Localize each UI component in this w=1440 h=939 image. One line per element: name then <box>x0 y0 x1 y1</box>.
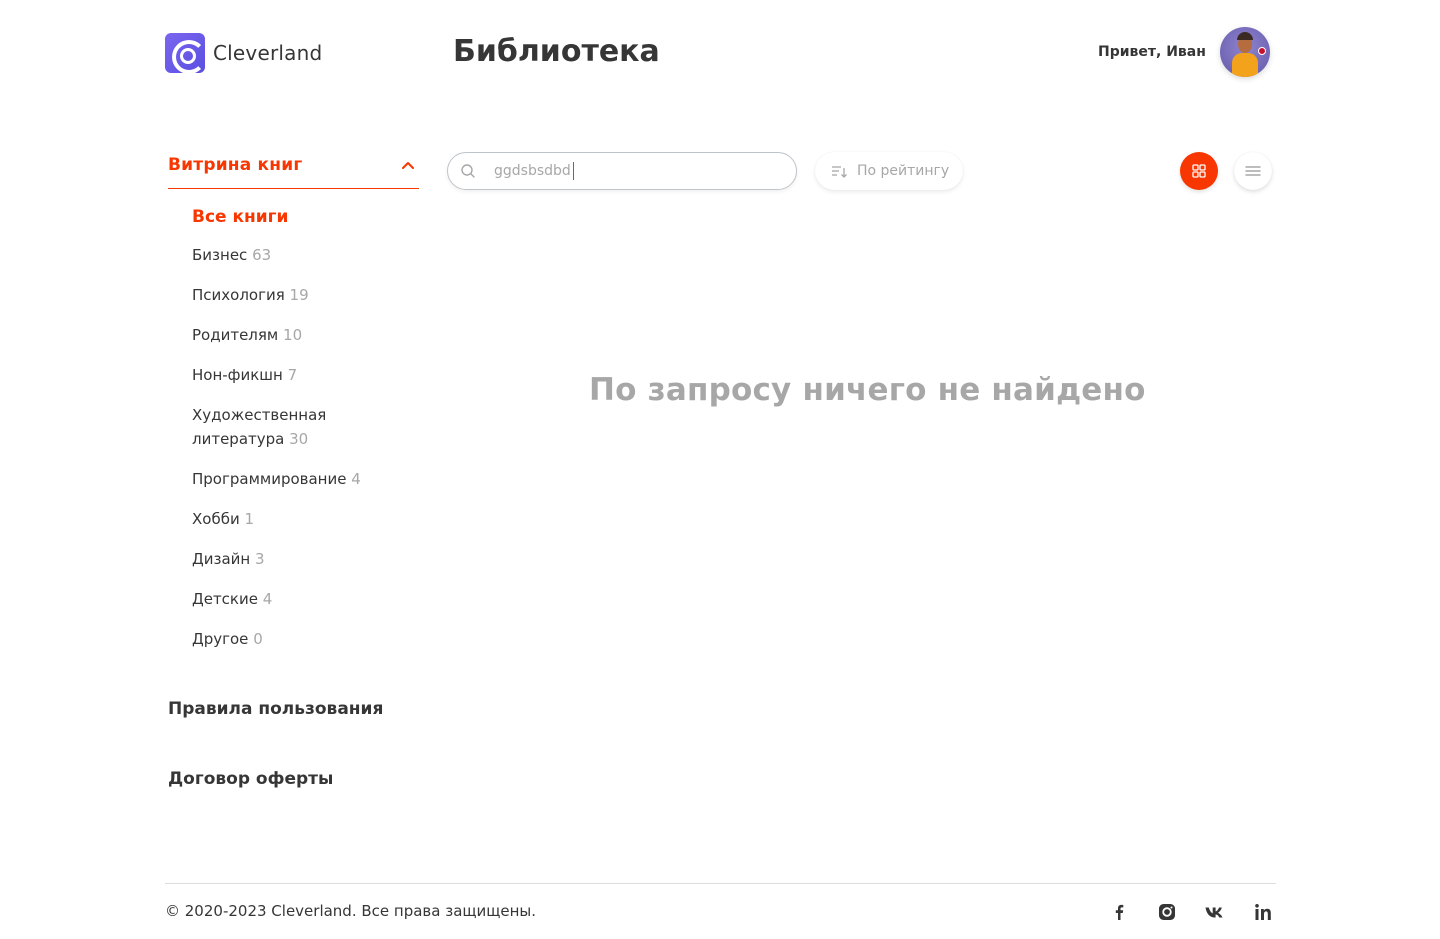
sidebar-section-title: Витрина книг <box>168 155 303 175</box>
category-item-all[interactable]: Все книги <box>192 205 412 229</box>
sidebar-link-rules[interactable]: Правила пользования <box>168 699 383 719</box>
category-item-psychology[interactable]: Психология 19 <box>192 283 412 307</box>
category-label: Программирование <box>192 470 347 488</box>
category-list: Все книги Бизнес 63 Психология 19 Родите… <box>192 205 412 667</box>
grid-view-button[interactable] <box>1180 152 1218 190</box>
sort-label: По рейтингу <box>857 163 950 179</box>
category-count: 63 <box>252 246 272 264</box>
category-count: 7 <box>287 366 298 384</box>
category-item-hobby[interactable]: Хобби 1 <box>192 507 412 531</box>
category-item-design[interactable]: Дизайн 3 <box>192 547 412 571</box>
user-greeting: Привет, Иван <box>1098 44 1206 60</box>
chevron-up-icon <box>402 162 414 169</box>
category-label: Бизнес <box>192 246 248 264</box>
sort-icon <box>832 166 847 178</box>
category-item-business[interactable]: Бизнес 63 <box>192 243 412 267</box>
search-icon <box>461 164 475 178</box>
avatar-body <box>1232 53 1258 77</box>
grid-icon <box>1192 164 1206 178</box>
category-label: Другое <box>192 630 249 648</box>
empty-state-message: По запросу ничего не найдено <box>589 372 1146 408</box>
category-label: Детские <box>192 590 258 608</box>
copyright-text: © 2020-2023 Cleverland. Все права защище… <box>165 902 537 920</box>
category-count: 3 <box>254 550 265 568</box>
category-item-other[interactable]: Другое 0 <box>192 627 412 651</box>
flag-icon <box>1258 47 1266 55</box>
category-label: Психология <box>192 286 285 304</box>
category-label: Нон-фикшн <box>192 366 283 384</box>
logo-text: Cleverland <box>213 41 323 65</box>
category-count: 10 <box>283 326 303 344</box>
category-count: 30 <box>289 430 309 448</box>
search-input[interactable] <box>494 163 774 179</box>
social-links <box>1108 901 1274 923</box>
footer-divider <box>165 883 1276 884</box>
list-view-button[interactable] <box>1234 152 1272 190</box>
category-item-nonfiction[interactable]: Нон-фикшн 7 <box>192 363 412 387</box>
category-count: 0 <box>253 630 263 648</box>
avatar-hair <box>1237 32 1253 40</box>
list-icon <box>1245 166 1261 176</box>
category-count: 4 <box>262 590 273 608</box>
linkedin-icon[interactable] <box>1252 901 1274 923</box>
facebook-icon[interactable] <box>1108 901 1130 923</box>
logo[interactable]: Cleverland <box>165 33 323 74</box>
instagram-icon[interactable] <box>1156 901 1178 923</box>
category-label: Дизайн <box>192 550 251 568</box>
category-item-fiction[interactable]: Художественная литература 30 <box>192 403 412 451</box>
avatar[interactable] <box>1220 27 1270 77</box>
category-label: Хобби <box>192 510 240 528</box>
page-title: Библиотека <box>453 34 660 69</box>
category-item-parents[interactable]: Родителям 10 <box>192 323 412 347</box>
search-box[interactable] <box>447 152 797 190</box>
sort-button[interactable]: По рейтингу <box>815 152 963 190</box>
category-item-kids[interactable]: Детские 4 <box>192 587 412 611</box>
vk-icon[interactable] <box>1204 901 1226 923</box>
text-caret <box>573 162 574 180</box>
category-label: Родителям <box>192 326 279 344</box>
category-item-programming[interactable]: Программирование 4 <box>192 467 412 491</box>
logo-icon <box>165 33 206 74</box>
sidebar-section-showcase[interactable]: Витрина книг <box>168 155 419 189</box>
category-count: 4 <box>351 470 361 488</box>
category-count: 1 <box>244 510 255 528</box>
category-label: Все книги <box>192 207 289 227</box>
category-count: 19 <box>289 286 309 304</box>
sidebar-link-offer[interactable]: Договор оферты <box>168 769 333 789</box>
